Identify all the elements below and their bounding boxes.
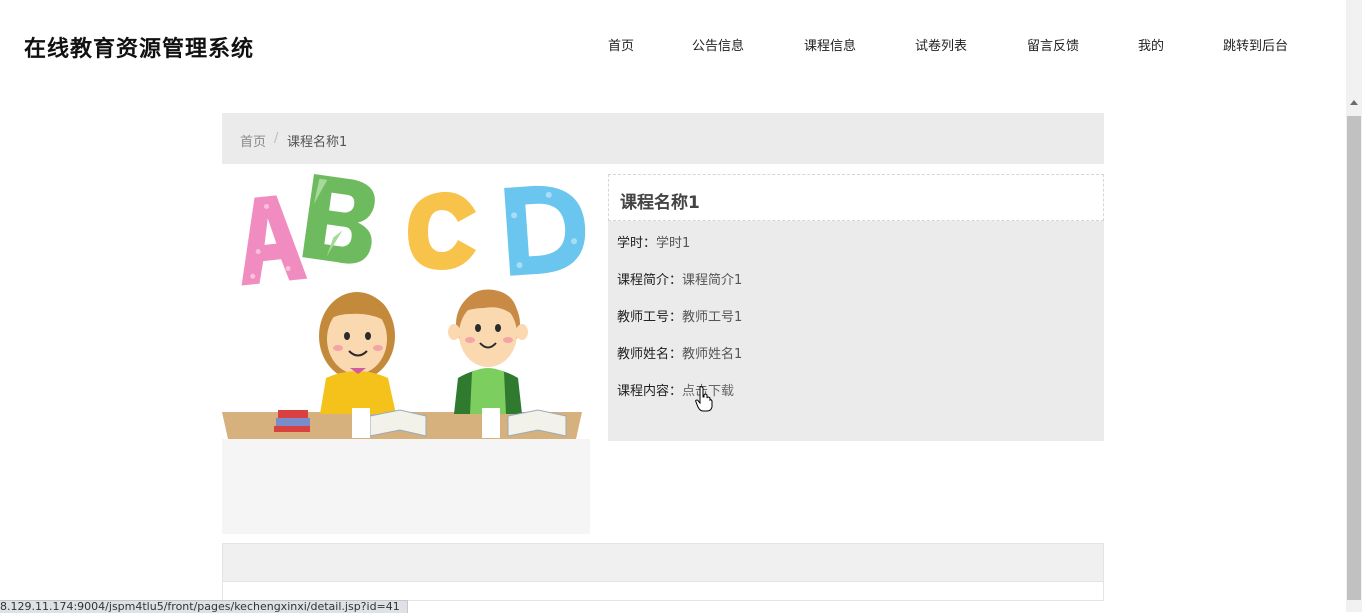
- scroll-up-arrow-icon[interactable]: [1350, 100, 1358, 105]
- breadcrumb-separator: /: [274, 131, 279, 146]
- course-image-panel: [222, 164, 590, 534]
- course-hours-row: 学时：学时1: [617, 232, 690, 251]
- nav-item-exams[interactable]: 试卷列表: [915, 35, 967, 54]
- course-intro-row: 课程简介：课程简介1: [617, 269, 742, 288]
- course-content-label: 课程内容：: [617, 384, 683, 399]
- course-detail-tab-header: [223, 544, 1103, 582]
- nav-item-feedback[interactable]: 留言反馈: [1027, 35, 1079, 54]
- course-detail-tabs: [222, 543, 1104, 601]
- breadcrumb: 首页 / 课程名称1: [222, 113, 1104, 164]
- teacher-name-row: 教师姓名：教师姓名1: [617, 343, 742, 362]
- site-header: 在线教育资源管理系统 首页 公告信息 课程信息 试卷列表 留言反馈 我的 跳转到…: [0, 0, 1346, 90]
- teacher-name-value: 教师姓名1: [682, 347, 743, 362]
- download-link[interactable]: 点击下载: [682, 384, 734, 399]
- browser-status-bar: 8.129.11.174:9004/jspm4tlu5/front/pages/…: [0, 600, 408, 613]
- main-nav: 首页 公告信息 课程信息 试卷列表 留言反馈 我的 跳转到后台: [0, 35, 1346, 55]
- teacher-name-label: 教师姓名：: [617, 347, 683, 362]
- course-info-panel: 课程名称1 学时：学时1 课程简介：课程简介1 教师工号：教师工号1 教师姓名：…: [608, 174, 1104, 441]
- course-hours-value: 学时1: [656, 236, 691, 251]
- page-scrollbar[interactable]: [1346, 0, 1362, 612]
- course-intro-label: 课程简介：: [617, 273, 683, 288]
- teacher-id-value: 教师工号1: [682, 310, 743, 325]
- scrollbar-thumb[interactable]: [1347, 116, 1361, 600]
- breadcrumb-current: 课程名称1: [287, 135, 348, 150]
- nav-item-admin[interactable]: 跳转到后台: [1223, 35, 1288, 54]
- nav-item-courses[interactable]: 课程信息: [804, 35, 856, 54]
- breadcrumb-home-link[interactable]: 首页: [240, 131, 266, 150]
- nav-item-announcements[interactable]: 公告信息: [692, 35, 744, 54]
- nav-item-mine[interactable]: 我的: [1138, 35, 1164, 54]
- course-hours-label: 学时：: [617, 236, 657, 251]
- course-illustration: [222, 164, 590, 439]
- teacher-id-row: 教师工号：教师工号1: [617, 306, 742, 325]
- course-content-row: 课程内容：点击下载: [617, 380, 734, 399]
- course-title-box: 课程名称1: [608, 174, 1104, 221]
- course-title: 课程名称1: [620, 193, 700, 213]
- course-intro-value: 课程简介1: [682, 273, 743, 288]
- teacher-id-label: 教师工号：: [617, 310, 683, 325]
- nav-item-home[interactable]: 首页: [608, 35, 634, 54]
